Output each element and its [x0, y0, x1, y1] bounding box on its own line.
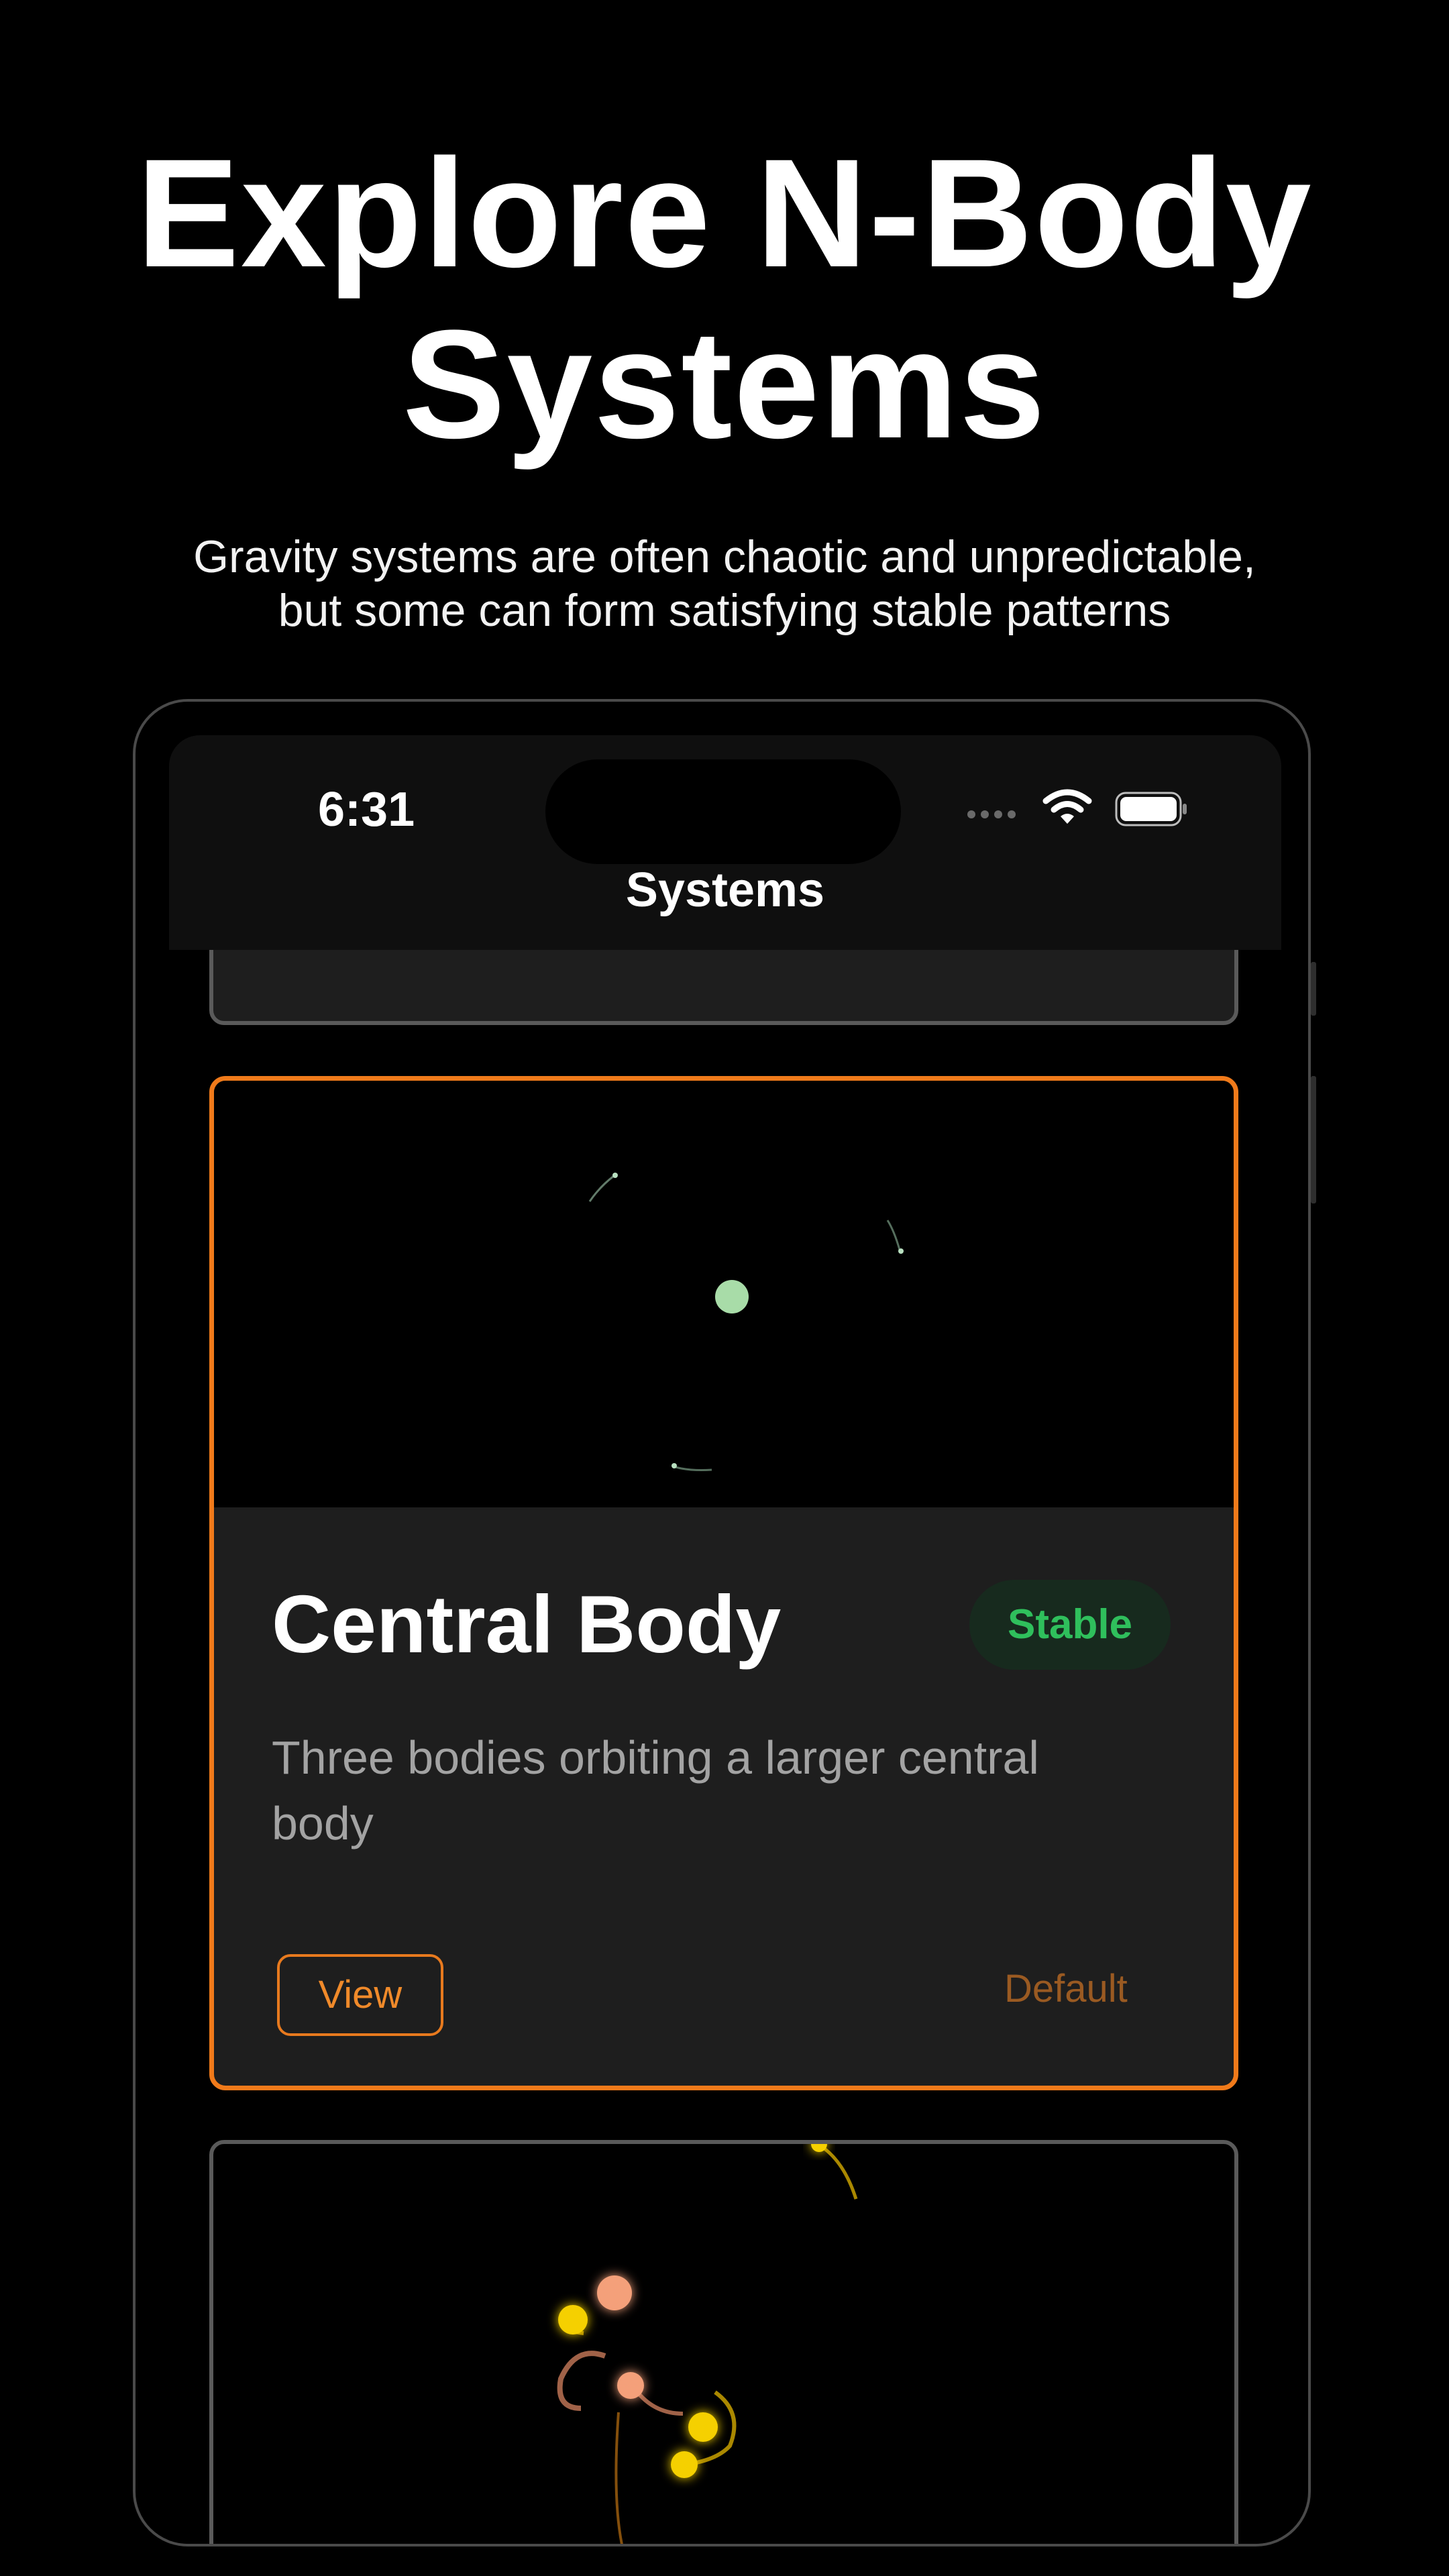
- phone-screen: Central Body Stable Three bodies orbitin…: [169, 735, 1281, 2544]
- next-trail-4: [637, 2392, 684, 2416]
- simulation-preview: [214, 1081, 1234, 1507]
- next-trail-6: [614, 2412, 623, 2544]
- card-description: Three bodies orbiting a larger central b…: [272, 1731, 1039, 1849]
- system-card-central-body[interactable]: Central Body Stable Three bodies orbitin…: [209, 1076, 1238, 2090]
- hero-title: Explore N-Body Systems: [0, 127, 1449, 470]
- next-body-6: [671, 2451, 698, 2478]
- side-button-lower: [1311, 1076, 1316, 1203]
- next-system-preview: [557, 2144, 858, 2544]
- orbit-trail-1: [588, 1175, 614, 1202]
- next-body-2: [597, 2275, 632, 2310]
- next-system-card[interactable]: [209, 2140, 1238, 2544]
- next-trail-2: [557, 2351, 606, 2411]
- orbiting-body-1: [612, 1173, 618, 1178]
- wifi-icon: [1042, 789, 1092, 824]
- dynamic-island: [545, 759, 901, 864]
- next-trail-1: [818, 2144, 858, 2200]
- cellular-signal-icon: [967, 810, 1016, 818]
- default-tag: Default: [1004, 1967, 1128, 2010]
- hero-title-line1: Explore N-Body: [136, 127, 1313, 299]
- orbit-trail-2: [886, 1220, 901, 1250]
- hero-subtitle-line2: but some can form satisfying stable patt…: [278, 585, 1171, 636]
- central-body: [715, 1280, 749, 1313]
- orbiting-body-2: [898, 1248, 904, 1254]
- next-body-4: [617, 2372, 644, 2399]
- battery-icon: [1115, 792, 1187, 826]
- hero-title-line2: Systems: [402, 298, 1047, 470]
- status-badge: Stable: [969, 1580, 1171, 1670]
- orbiting-body-3: [672, 1463, 677, 1468]
- next-body-3: [558, 2305, 588, 2334]
- hero-subtitle-line1: Gravity systems are often chaotic and un…: [193, 531, 1256, 582]
- orbit-visualization: [588, 1173, 904, 1471]
- side-button-upper: [1311, 962, 1316, 1016]
- phone-frame: Central Body Stable Three bodies orbitin…: [133, 699, 1311, 2546]
- next-body-5: [688, 2412, 718, 2442]
- navigation-bar: 6:31 Systems: [169, 735, 1281, 950]
- nav-title: Systems: [625, 863, 825, 917]
- hero-subtitle: Gravity systems are often chaotic and un…: [0, 530, 1449, 637]
- orbit-trail-3: [675, 1466, 712, 1471]
- view-button[interactable]: View: [277, 1954, 443, 2036]
- card-title: Central Body: [272, 1578, 782, 1670]
- status-time: 6:31: [318, 783, 415, 837]
